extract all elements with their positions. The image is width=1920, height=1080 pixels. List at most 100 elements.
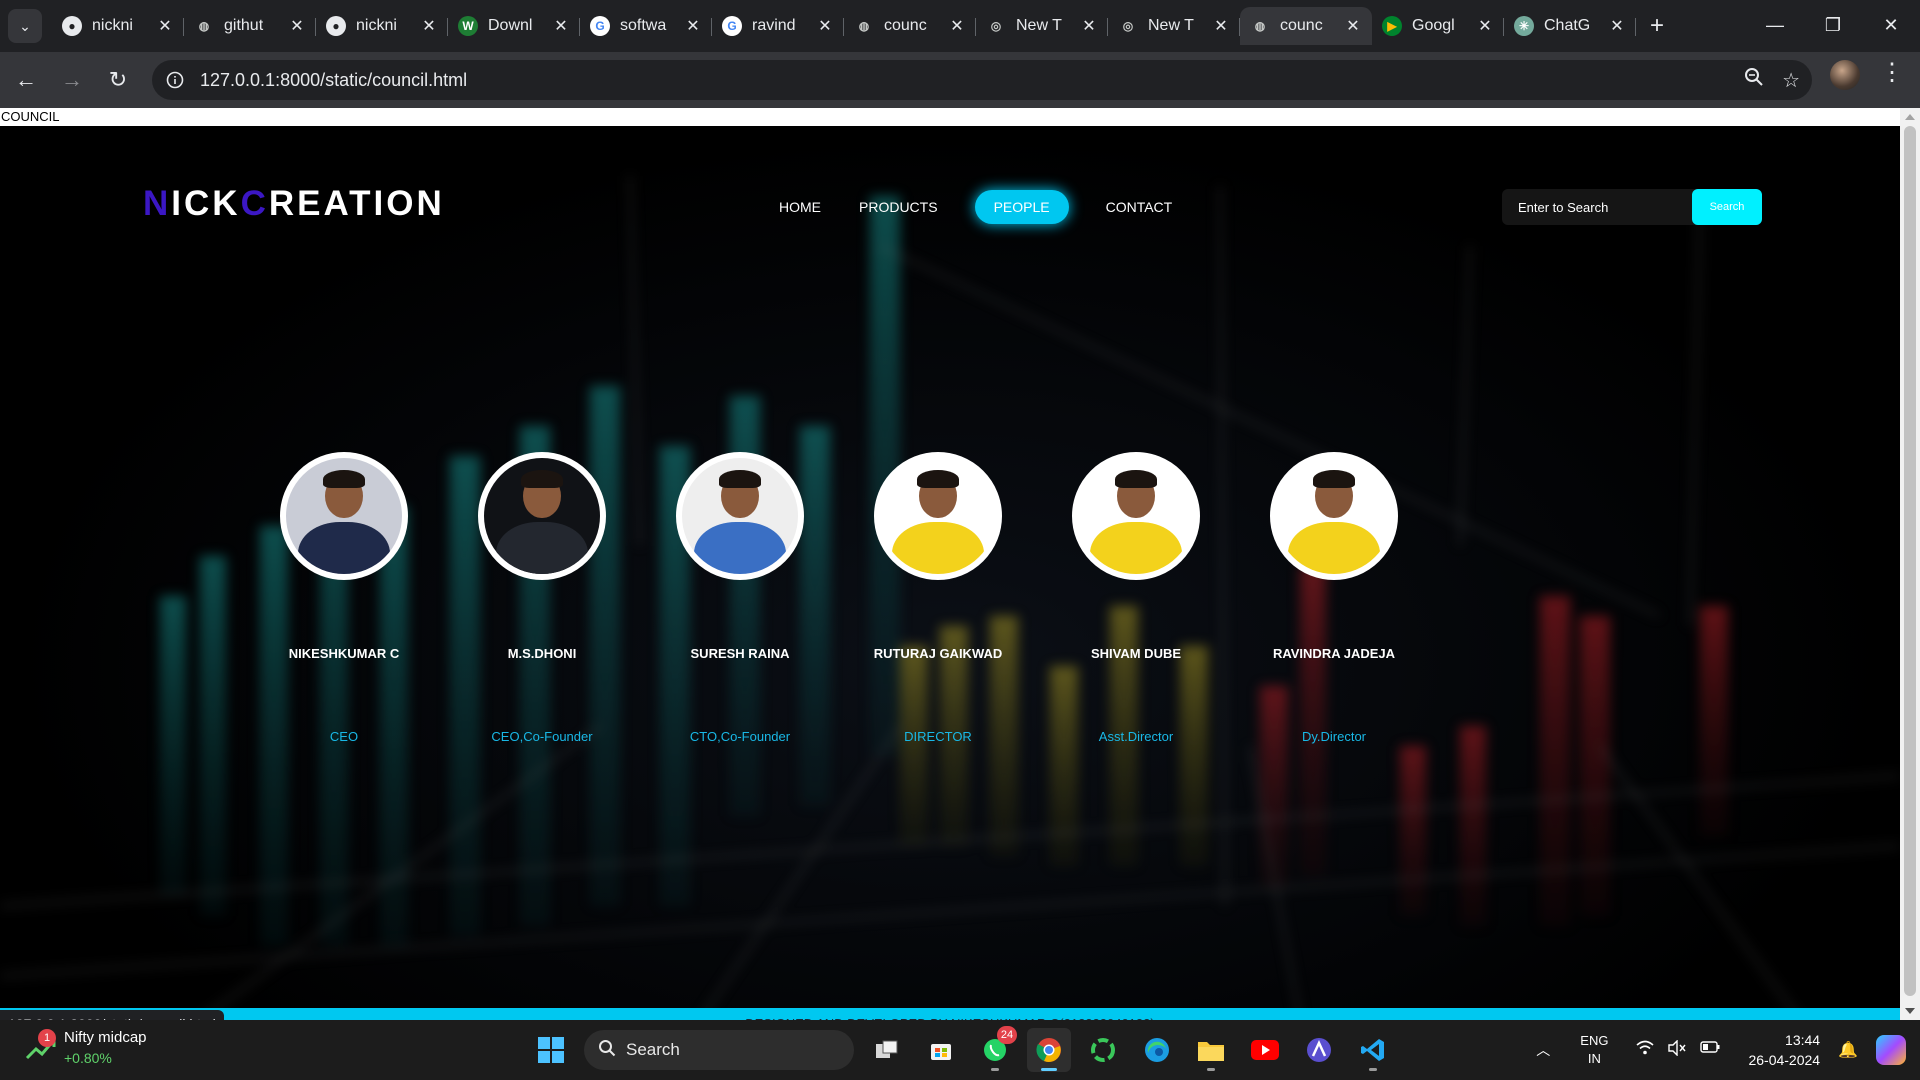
nav-home[interactable]: HOME [760, 190, 840, 224]
store-icon[interactable] [919, 1028, 963, 1072]
github-icon: ● [62, 16, 82, 36]
page-background: NICKCREATION HOME PRODUCTS PEOPLE CONTAC… [0, 126, 1900, 1020]
scroll-down-arrow[interactable] [1905, 1008, 1915, 1014]
nav-people[interactable]: PEOPLE [974, 190, 1069, 224]
url-text[interactable]: 127.0.0.1:8000/static/council.html [200, 70, 467, 91]
browser-tab[interactable]: ✳ ChatG ✕ [1504, 7, 1636, 45]
scroll-up-arrow[interactable] [1905, 114, 1915, 120]
person-card: NIKESHKUMAR C CEO [245, 452, 443, 744]
tab-title: nickni [92, 17, 133, 34]
taskbar-search[interactable]: Search [584, 1030, 854, 1070]
w-icon: W [458, 16, 478, 36]
logo-letter-i: I [171, 184, 185, 223]
tab-title: ravind [752, 17, 796, 34]
battery-icon [1700, 1040, 1720, 1061]
notification-bell-icon[interactable]: 🔔 [1838, 1040, 1858, 1060]
arc-app-icon[interactable] [1297, 1028, 1341, 1072]
person-photo [1072, 452, 1200, 580]
person-role: CEO,Co-Founder [491, 729, 593, 744]
minimize-button[interactable]: — [1746, 0, 1804, 50]
page-pretext: COUNCIL [0, 108, 1900, 126]
window-controls: — ❐ ✕ [1746, 0, 1920, 50]
browser-tab[interactable]: W Downl ✕ [448, 7, 580, 45]
whatsapp-badge: 24 [997, 1026, 1017, 1044]
search-button[interactable]: Search [1692, 189, 1762, 225]
restore-button[interactable]: ❐ [1804, 0, 1862, 50]
taskbar-search-label: Search [626, 1040, 680, 1059]
nav-products[interactable]: PRODUCTS [840, 190, 957, 224]
browser-tab[interactable]: ● nickni ✕ [52, 7, 184, 45]
reload-button[interactable]: ↻ [98, 60, 138, 100]
tab-title: counc [1280, 17, 1323, 34]
site-info-icon[interactable] [158, 63, 192, 97]
youtube-icon[interactable] [1243, 1028, 1287, 1072]
browser-tab[interactable]: ◍ counc ✕ [844, 7, 976, 45]
tab-close-icon[interactable]: ✕ [684, 16, 702, 36]
nav-contact[interactable]: CONTACT [1087, 190, 1192, 224]
search-icon [598, 1039, 616, 1062]
browser-menu-button[interactable]: ⋮ [1880, 58, 1904, 87]
address-bar[interactable]: 127.0.0.1:8000/static/council.html ☆ [152, 60, 1812, 100]
tab-close-icon[interactable]: ✕ [1212, 16, 1230, 36]
zoom-icon[interactable] [1744, 67, 1764, 93]
browser-tab[interactable]: ◍ counc ✕ [1240, 7, 1372, 45]
language-indicator[interactable]: ENG IN [1580, 1032, 1608, 1068]
tab-close-icon[interactable]: ✕ [420, 16, 438, 36]
tab-close-icon[interactable]: ✕ [552, 16, 570, 36]
github-icon: ● [326, 16, 346, 36]
browser-tab[interactable]: ◍ githut ✕ [184, 7, 316, 45]
person-name: M.S.DHONI [507, 646, 577, 661]
browser-tab[interactable]: ▶ Googl ✕ [1372, 7, 1504, 45]
widget-title: Nifty midcap [64, 1029, 147, 1046]
browser-tab[interactable]: ◎ New T ✕ [1108, 7, 1240, 45]
edge-icon[interactable] [1135, 1028, 1179, 1072]
whatsapp-icon[interactable]: 24 [973, 1026, 1017, 1072]
clock[interactable]: 13:44 26-04-2024 [1748, 1030, 1820, 1070]
logo-text-reation: REATION [268, 184, 445, 223]
search-input[interactable] [1502, 199, 1682, 215]
show-hidden-icons-chevron[interactable]: ︿ [1536, 1040, 1550, 1060]
close-window-button[interactable]: ✕ [1862, 0, 1920, 50]
person-role: CTO,Co-Founder [689, 729, 791, 744]
bookmark-star-icon[interactable]: ☆ [1782, 68, 1800, 93]
quick-settings[interactable] [1636, 1038, 1720, 1061]
task-view-icon[interactable] [865, 1028, 909, 1072]
copilot-icon[interactable] [1876, 1035, 1906, 1065]
tab-close-icon[interactable]: ✕ [816, 16, 834, 36]
site-search: Search [1502, 189, 1762, 225]
page-footer: DESIGNED AND DEVELOPED BY NIKESHKUMAR C(… [0, 1008, 1900, 1020]
back-button[interactable]: ← [6, 60, 46, 100]
tab-close-icon[interactable]: ✕ [1608, 16, 1626, 36]
browser-tab[interactable]: Gravind ✕ [712, 7, 844, 45]
tab-close-icon[interactable]: ✕ [948, 16, 966, 36]
vscode-icon[interactable] [1351, 1028, 1395, 1072]
person-photo [478, 452, 606, 580]
tab-close-icon[interactable]: ✕ [1344, 16, 1362, 36]
file-explorer-icon[interactable] [1189, 1028, 1233, 1072]
browser-tab[interactable]: Gsoftwa ✕ [580, 7, 712, 45]
stock-widget[interactable]: 1 Nifty midcap +0.80% [24, 1028, 147, 1068]
scroll-thumb[interactable] [1904, 126, 1916, 996]
browser-tab[interactable]: ● nickni ✕ [316, 7, 448, 45]
language-top: ENG [1580, 1033, 1609, 1048]
forward-button[interactable]: → [52, 60, 92, 100]
person-photo [280, 452, 408, 580]
chrome-icon[interactable] [1027, 1028, 1071, 1072]
tab-close-icon[interactable]: ✕ [1080, 16, 1098, 36]
tab-search-button[interactable]: ⌄ [8, 9, 42, 43]
new-tab-button[interactable]: + [1650, 12, 1664, 40]
start-button[interactable] [529, 1028, 573, 1072]
site-logo[interactable]: NICKCREATION [143, 184, 445, 224]
page-scrollbar[interactable] [1900, 108, 1920, 1020]
loader-app-icon[interactable] [1081, 1028, 1125, 1072]
tab-title: New T [1148, 17, 1194, 34]
site-nav: HOME PRODUCTS PEOPLE CONTACT [760, 190, 1191, 224]
globe-icon: ◍ [198, 19, 210, 33]
tab-close-icon[interactable]: ✕ [156, 16, 174, 36]
globe-icon: ◍ [858, 19, 870, 33]
tab-close-icon[interactable]: ✕ [1476, 16, 1494, 36]
people-list: NIKESHKUMAR C CEO M.S.DHONI CEO,Co-Founder S… [245, 452, 1433, 744]
browser-tab[interactable]: ◎ New T ✕ [976, 7, 1108, 45]
profile-avatar[interactable] [1830, 60, 1860, 90]
tab-close-icon[interactable]: ✕ [288, 16, 306, 36]
